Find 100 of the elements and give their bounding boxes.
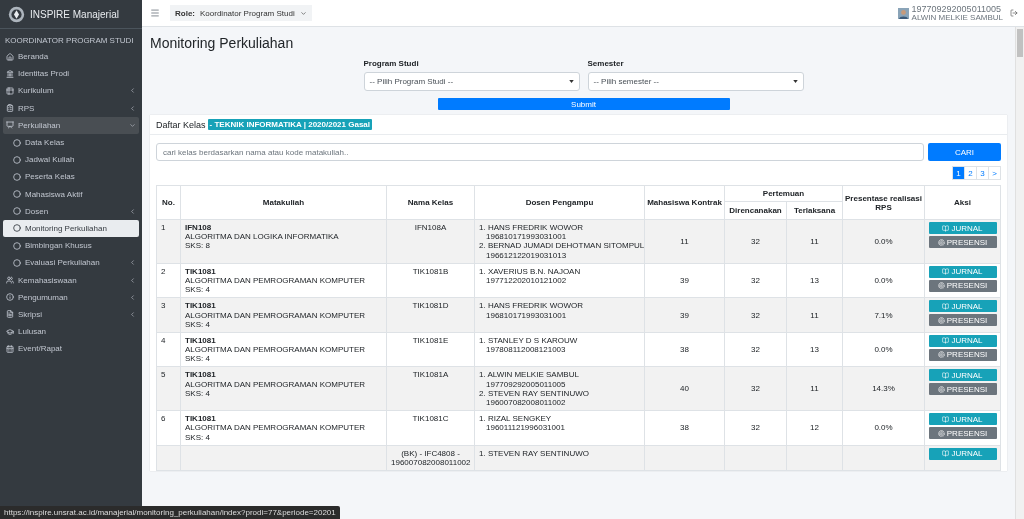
column-header: Direncanakan — [724, 201, 787, 220]
table-cell: TIK1081E — [386, 332, 475, 367]
sidebar-item[interactable]: Dosen — [3, 202, 139, 220]
lecturer-name: 1. STANLEY D S KAROUW — [479, 335, 579, 346]
table-cell: 32 — [724, 410, 787, 446]
book-icon — [942, 415, 950, 423]
fingerprint-icon — [937, 351, 945, 359]
sidebar-item[interactable]: Pengumuman — [3, 288, 139, 306]
sidebar-item[interactable]: Identitas Prodi — [3, 65, 139, 83]
circle-icon — [13, 241, 21, 250]
sidebar-item[interactable]: Evaluasi Perkuliahan — [3, 254, 139, 272]
fingerprint-icon — [937, 238, 945, 246]
sidebar-item[interactable]: Bimbingan Khusus — [3, 237, 139, 255]
chevron-left-icon — [129, 87, 136, 95]
fingerprint-icon — [937, 282, 945, 290]
menu-icon[interactable] — [150, 8, 160, 18]
sidebar-item[interactable]: Beranda — [3, 48, 139, 66]
lecturer-name: 1. XAVERIUS B.N. NAJOAN — [479, 266, 582, 276]
column-header: Dosen Pengampu — [474, 185, 645, 220]
submit-button[interactable]: Submit — [437, 98, 730, 110]
column-header: Aksi — [924, 185, 1001, 220]
course-code: TIK1081 — [185, 414, 217, 424]
table-cell: 32 — [724, 297, 787, 333]
attendance-button[interactable]: PRESENSI — [928, 236, 997, 248]
role-select[interactable]: Role: Koordinator Program Studi — [170, 5, 312, 21]
select-field[interactable]: -- Pilih semester -- — [587, 72, 804, 91]
lecturer-name: 1. HANS FREDRIK WOWOR — [479, 223, 584, 233]
scrollbar[interactable] — [1015, 27, 1024, 519]
sidebar-item[interactable]: Lulusan — [3, 323, 139, 341]
chevron-left-icon — [129, 259, 136, 267]
table-cell: 38 — [644, 410, 725, 446]
user-id: 197709292005011005 — [911, 4, 1002, 14]
sidebar-item[interactable]: Jadwal Kuliah — [3, 151, 139, 169]
book-icon — [942, 450, 950, 458]
table-cell: 40 — [644, 366, 725, 411]
sidebar-heading: KOORDINATOR PROGRAM STUDI — [4, 35, 135, 47]
course-credits: SKS: 4 — [185, 432, 211, 442]
sidebar-item[interactable]: Monitoring Perkuliahan — [3, 219, 139, 238]
course-name: ALGORITMA DAN PEMROGRAMAN KOMPUTER — [185, 310, 367, 320]
table-cell: 11 — [786, 297, 843, 333]
table-cell: 32 — [724, 366, 787, 411]
table-cell: (BK) - IFC4808 - 196007082008011002 — [386, 445, 475, 471]
table-cell: 0.0% — [842, 219, 925, 264]
table-cell: 14.3% — [842, 366, 925, 411]
lecturer-name: 1. STEVEN RAY SENTINUWO — [479, 448, 590, 458]
select-field[interactable]: -- Pilih Program Studi -- — [363, 72, 580, 91]
avatar-icon — [897, 7, 909, 19]
table-cell: TIK1081C — [386, 410, 475, 446]
table-cell: IFN108A — [386, 219, 475, 264]
course-code: TIK1081 — [185, 335, 217, 346]
attendance-button[interactable]: PRESENSI — [928, 348, 997, 361]
circle-icon — [13, 224, 21, 233]
document-icon — [6, 310, 14, 319]
status-bar-url: https://inspire.unsrat.ac.id/manajerial/monitoring_perkuliahan/index?prodi=77&periode=20201 — [0, 506, 340, 519]
table-cell: 0.0% — [842, 332, 925, 367]
sidebar-item[interactable]: Peserta Kelas — [3, 168, 139, 186]
clipboard-icon — [6, 104, 14, 113]
search-button[interactable]: CARI — [928, 143, 1001, 161]
column-header: Matakuliah — [180, 185, 387, 220]
attendance-button[interactable]: PRESENSI — [928, 314, 997, 327]
course-credits: SKS: 4 — [185, 319, 211, 329]
lecturer-name: 2. STEVEN RAY SENTINUWO — [479, 388, 590, 398]
book-icon — [942, 302, 950, 310]
circle-icon — [13, 258, 21, 267]
users-icon — [6, 276, 14, 285]
lecturer-id: 197712202010121002 — [485, 275, 568, 286]
course-name: ALGORITMA DAN PEMROGRAMAN KOMPUTER — [185, 379, 367, 389]
table-icon — [6, 86, 14, 95]
sidebar-item[interactable]: Data Kelas — [3, 133, 139, 152]
circle-icon — [13, 207, 21, 216]
book-icon — [942, 268, 950, 276]
course-name: ALGORITMA DAN LOGIKA INFORMATIKA — [185, 232, 340, 242]
logout-icon[interactable] — [1010, 9, 1018, 17]
caret-icon — [568, 80, 574, 83]
sidebar-item[interactable]: Event/Rapat — [3, 340, 139, 358]
table-cell: 11 — [786, 219, 843, 264]
chevron-down-icon — [129, 121, 136, 129]
sidebar-item[interactable]: Mahasiswa Aktif — [3, 185, 139, 203]
fingerprint-icon — [937, 316, 945, 324]
field-label: Program Studi — [363, 59, 420, 68]
sidebar-item[interactable]: Skripsi — [3, 305, 139, 323]
sidebar-item[interactable]: Kurikulum — [3, 82, 139, 100]
sidebar-item[interactable]: Perkuliahan — [3, 116, 139, 134]
course-code: TIK1081 — [185, 266, 217, 276]
table-cell: 13 — [786, 263, 843, 298]
course-credits: SKS: 4 — [185, 354, 211, 364]
course-code: TIK1081 — [185, 370, 217, 380]
course-name: ALGORITMA DAN PEMROGRAMAN KOMPUTER — [185, 275, 367, 286]
chevron-down-icon — [299, 9, 307, 17]
table-cell: 32 — [724, 263, 787, 298]
attendance-button[interactable]: PRESENSI — [928, 383, 997, 396]
attendance-button[interactable]: PRESENSI — [928, 279, 997, 292]
sidebar-item[interactable]: Kemahasiswaan — [3, 271, 139, 289]
page-link[interactable]: > — [988, 166, 1001, 180]
table-cell: 3 — [156, 297, 181, 333]
table-cell: 39 — [644, 263, 725, 298]
course-name: ALGORITMA DAN PEMROGRAMAN KOMPUTER — [185, 345, 367, 355]
sidebar-item[interactable]: RPS — [3, 99, 139, 117]
search-field[interactable]: cari kelas berdasarkan nama atau kode matakuliah.. — [156, 143, 924, 161]
attendance-button[interactable]: PRESENSI — [928, 427, 997, 440]
